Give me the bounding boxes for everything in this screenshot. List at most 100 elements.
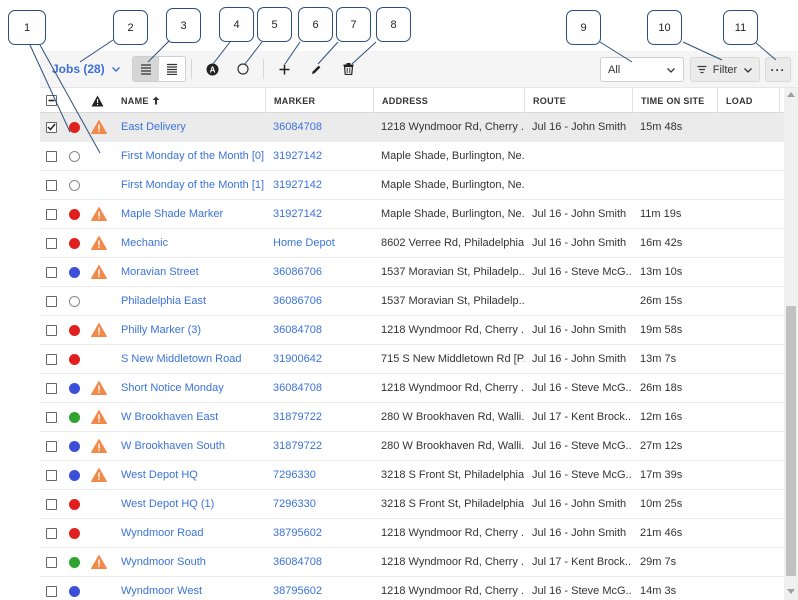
name-column-header[interactable]: NAME <box>113 88 265 113</box>
row-name[interactable]: W Brookhaven East <box>121 403 265 431</box>
table-row[interactable]: W Brookhaven South 31879722 280 W Brookhav… <box>40 432 784 461</box>
row-name[interactable]: Wyndmoor Road <box>121 519 265 547</box>
row-checkbox[interactable] <box>46 411 57 423</box>
row-checkbox[interactable] <box>46 353 57 365</box>
table-row[interactable]: Maple Shade Marker 31927142 Maple Shade, B… <box>40 200 784 229</box>
row-checkbox[interactable] <box>46 150 57 162</box>
row-address: 1218 Wyndmoor Rd, Cherry ... <box>381 382 524 394</box>
row-marker[interactable]: 36084708 <box>273 316 373 344</box>
row-checkbox[interactable] <box>46 179 57 191</box>
load-column-header[interactable]: LOAD <box>717 88 780 113</box>
row-marker[interactable]: 31879722 <box>273 432 373 460</box>
row-marker[interactable]: 36084708 <box>273 374 373 402</box>
row-name[interactable]: First Monday of the Month [1] <box>121 171 265 199</box>
table-row[interactable]: First Monday of the Month [0] 31927142 Map… <box>40 142 784 171</box>
row-marker[interactable]: 36086706 <box>273 258 373 286</box>
delete-job-button[interactable] <box>339 60 357 78</box>
table-row[interactable]: Philadelphia East 36086706 1537 Moravian S… <box>40 287 784 316</box>
table-row[interactable]: Wyndmoor Road 38795602 1218 Wyndmoor Rd, C… <box>40 519 784 548</box>
row-marker[interactable]: 31927142 <box>273 200 373 228</box>
row-name[interactable]: East Delivery <box>121 113 265 141</box>
time-column-header[interactable]: TIME ON SITE <box>632 88 717 113</box>
row-name[interactable]: Short Notice Monday <box>121 374 265 402</box>
route-column-header[interactable]: ROUTE <box>524 88 632 113</box>
jobs-dropdown[interactable]: Jobs (28) <box>52 62 121 76</box>
table-row[interactable]: First Monday of the Month [1] 31927142 Map… <box>40 171 784 200</box>
row-checkbox[interactable] <box>46 121 57 133</box>
row-marker[interactable]: 31900642 <box>273 345 373 373</box>
row-route: Jul 16 - John Smith <box>532 237 627 249</box>
row-checkbox[interactable] <box>46 556 57 568</box>
view-compact-button[interactable] <box>159 57 185 81</box>
row-name[interactable]: Maple Shade Marker <box>121 200 265 228</box>
row-checkbox[interactable] <box>46 208 57 220</box>
row-marker[interactable]: 31927142 <box>273 142 373 170</box>
unassign-button[interactable] <box>234 60 252 78</box>
view-comfortable-button[interactable] <box>133 57 159 81</box>
row-marker[interactable]: 7296330 <box>273 461 373 489</box>
row-checkbox[interactable] <box>46 498 57 510</box>
row-name[interactable]: West Depot HQ (1) <box>121 490 265 518</box>
table-row[interactable]: Mechanic Home Depot 8602 Verree Rd, Philad… <box>40 229 784 258</box>
row-name[interactable]: Philadelphia East <box>121 287 265 315</box>
marker-column-header[interactable]: MARKER <box>265 88 373 113</box>
table-row[interactable]: S New Middletown Road 31900642 715 S New M… <box>40 345 784 374</box>
row-name[interactable]: Philly Marker (3) <box>121 316 265 344</box>
table-row[interactable]: Moravian Street 36086706 1537 Moravian St,… <box>40 258 784 287</box>
callout-5: 5 <box>257 7 292 42</box>
row-checkbox[interactable] <box>46 324 57 336</box>
row-name[interactable]: Moravian Street <box>121 258 265 286</box>
vertical-scrollbar[interactable] <box>784 88 798 600</box>
row-checkbox[interactable] <box>46 440 57 452</box>
address-column-header[interactable]: ADDRESS <box>373 88 524 113</box>
row-marker[interactable]: 36084708 <box>273 548 373 576</box>
scroll-up-arrow-icon[interactable] <box>787 92 795 97</box>
row-checkbox[interactable] <box>46 585 57 597</box>
scroll-down-arrow-icon[interactable] <box>787 589 795 594</box>
table-row[interactable]: Short Notice Monday 36084708 1218 Wyndmoor… <box>40 374 784 403</box>
row-checkbox[interactable] <box>46 469 57 481</box>
row-marker[interactable]: 31879722 <box>273 403 373 431</box>
row-marker[interactable]: 38795602 <box>273 577 373 600</box>
status-column-header[interactable] <box>73 88 89 113</box>
row-marker[interactable]: 36084708 <box>273 113 373 141</box>
row-marker[interactable]: 31927142 <box>273 171 373 199</box>
row-route <box>532 142 632 170</box>
row-checkbox[interactable] <box>46 237 57 249</box>
row-name[interactable]: Wyndmoor West <box>121 577 265 600</box>
table-row[interactable]: West Depot HQ 7296330 3218 S Front St, Phi… <box>40 461 784 490</box>
callout-9: 9 <box>566 10 601 45</box>
row-name[interactable]: Mechanic <box>121 229 265 257</box>
row-name[interactable]: W Brookhaven South <box>121 432 265 460</box>
table-row[interactable]: W Brookhaven East 31879722 280 W Brookhave… <box>40 403 784 432</box>
row-name[interactable]: West Depot HQ <box>121 461 265 489</box>
warning-column-header[interactable] <box>89 88 113 113</box>
table-row[interactable]: Wyndmoor West 38795602 1218 Wyndmoor Rd, C… <box>40 577 784 600</box>
row-name[interactable]: Wyndmoor South <box>121 548 265 576</box>
row-checkbox[interactable] <box>46 295 57 307</box>
row-marker[interactable]: 36086706 <box>273 287 373 315</box>
table-row[interactable]: East Delivery 36084708 1218 Wyndmoor Rd, C… <box>40 113 784 142</box>
select-all-checkbox[interactable] <box>46 95 57 106</box>
status-select[interactable]: All <box>600 57 684 82</box>
row-marker[interactable]: Home Depot <box>273 229 373 257</box>
edit-job-button[interactable] <box>307 60 325 78</box>
row-marker[interactable]: 7296330 <box>273 490 373 518</box>
row-name[interactable]: S New Middletown Road <box>121 345 265 373</box>
row-checkbox[interactable] <box>46 382 57 394</box>
status-dot-green <box>69 411 80 423</box>
filter-button[interactable]: Filter <box>690 57 760 82</box>
row-checkbox[interactable] <box>46 266 57 278</box>
table-row[interactable]: West Depot HQ (1) 7296330 3218 S Front St,… <box>40 490 784 519</box>
row-marker[interactable]: 38795602 <box>273 519 373 547</box>
row-address: 1218 Wyndmoor Rd, Cherry ... <box>381 121 524 133</box>
table-row[interactable]: Philly Marker (3) 36084708 1218 Wyndmoor R… <box>40 316 784 345</box>
plus-icon <box>279 64 289 74</box>
row-checkbox[interactable] <box>46 527 57 539</box>
scrollbar-thumb[interactable] <box>786 306 796 576</box>
row-name[interactable]: First Monday of the Month [0] <box>121 142 265 170</box>
more-options-button[interactable]: ··· <box>765 57 791 82</box>
auto-assign-button[interactable]: A <box>203 60 221 78</box>
add-job-button[interactable] <box>275 60 293 78</box>
table-row[interactable]: Wyndmoor South 36084708 1218 Wyndmoor Rd, … <box>40 548 784 577</box>
